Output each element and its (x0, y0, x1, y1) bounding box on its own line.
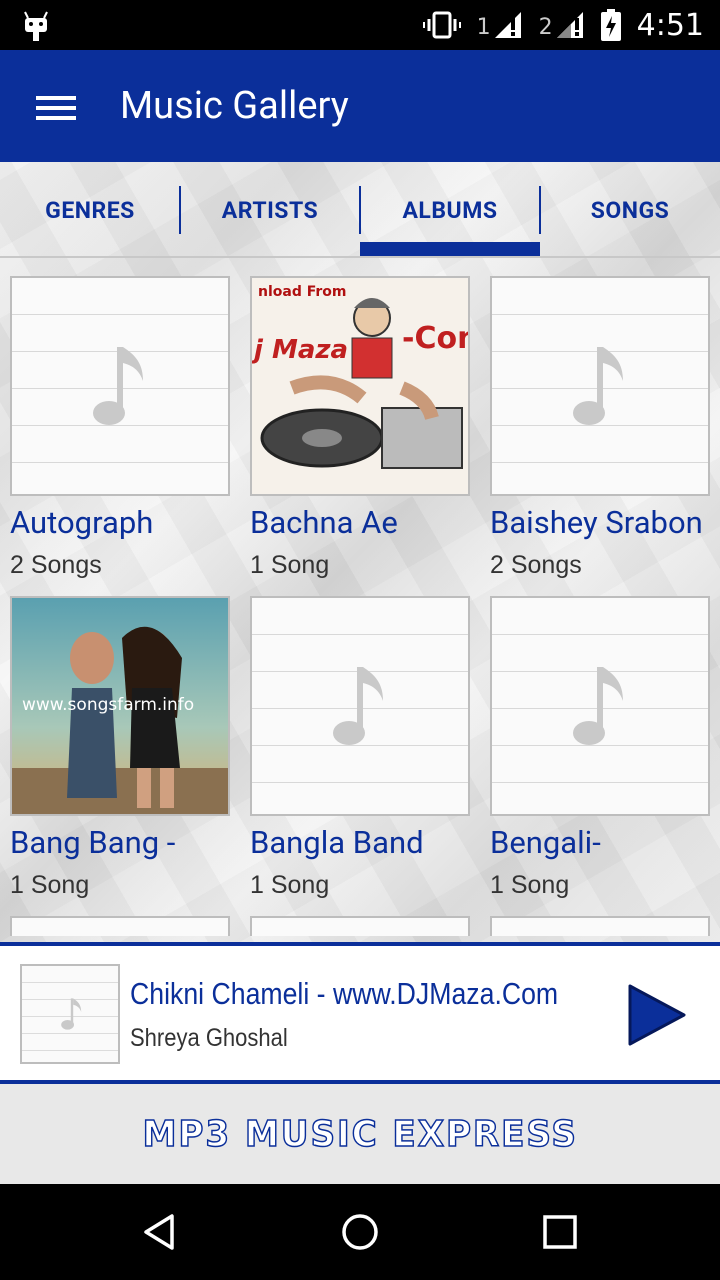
tab-genres[interactable]: GENRES (0, 162, 180, 258)
album-card[interactable]: Bangla Band 1 Song (250, 596, 470, 900)
sim1-label: 1 (476, 15, 491, 40)
clock: 4:51 (636, 7, 704, 43)
cover-text-left: j Maza (252, 335, 348, 365)
album-song-count: 1 Song (250, 551, 330, 579)
album-card-partial[interactable] (10, 916, 230, 936)
android-icon (24, 11, 48, 41)
album-card-partial[interactable] (490, 916, 710, 936)
tab-songs[interactable]: SONGS (540, 162, 720, 258)
now-playing-art (20, 964, 120, 1064)
page-title: Music Gallery (120, 84, 349, 128)
hamburger-menu-icon[interactable] (36, 96, 76, 120)
cover-watermark: www.songsfarm.info (22, 695, 194, 715)
album-title: Autograph (10, 504, 154, 541)
album-art: nload From j Maza -Con (250, 276, 470, 496)
tab-artists[interactable]: ARTISTS (180, 162, 360, 258)
signal-icon (556, 12, 583, 38)
album-art: www.songsfarm.info (10, 596, 230, 816)
signal-icon (494, 12, 521, 38)
system-nav-bar (0, 1184, 720, 1280)
album-title: Bang Bang - (10, 824, 176, 861)
cover-text-top: nload From (258, 284, 347, 300)
album-art (490, 276, 710, 496)
album-card-partial[interactable] (250, 916, 470, 936)
tab-bar: GENRES ARTISTS ALBUMS SONGS (0, 162, 720, 258)
album-card[interactable]: Bengali- 1 Song (490, 596, 710, 900)
album-title: Bachna Ae (250, 504, 398, 541)
music-note-icon (573, 667, 623, 745)
sim2-label: 2 (538, 15, 553, 40)
album-card[interactable]: nload From j Maza -Con Bachna Ae 1 Song (250, 276, 470, 580)
back-icon[interactable] (140, 1212, 180, 1252)
cover-text-right: -Con (402, 321, 468, 356)
album-title: Bangla Band (250, 824, 424, 861)
now-playing-bar[interactable]: Chikni Chameli - www.DJMaza.Com Shreya G… (0, 942, 720, 1084)
ad-banner[interactable]: MP3 MUSIC EXPRESS (0, 1084, 720, 1184)
app-bar: Music Gallery (0, 50, 720, 162)
music-note-icon (93, 347, 143, 425)
album-art (250, 596, 470, 816)
album-song-count: 1 Song (490, 871, 570, 899)
dj-maza-cover-art: nload From j Maza -Con (252, 278, 468, 494)
play-icon[interactable] (624, 982, 688, 1048)
album-card[interactable]: www.songsfarm.info Bang Bang - 1 Song (10, 596, 230, 900)
album-song-count: 2 Songs (10, 551, 102, 579)
status-bar: 1 2 4:51 (0, 0, 720, 50)
album-song-count: 1 Song (250, 871, 330, 899)
music-note-icon (61, 998, 82, 1030)
bang-bang-cover-art: www.songsfarm.info (12, 598, 228, 814)
album-art (10, 276, 230, 496)
vibrate-icon (422, 11, 461, 39)
content-area: GENRES ARTISTS ALBUMS SONGS Autograph 2 … (0, 162, 720, 942)
now-playing-title: Chikni Chameli - www.DJMaza.Com (130, 976, 559, 1011)
home-icon[interactable] (340, 1212, 380, 1252)
battery-charging-icon (600, 9, 621, 41)
music-note-icon (333, 667, 383, 745)
album-card[interactable]: Baishey Srabon 2 Songs (490, 276, 710, 580)
recents-icon[interactable] (540, 1212, 580, 1252)
album-title: Baishey Srabon (490, 504, 703, 541)
album-card[interactable]: Autograph 2 Songs (10, 276, 230, 580)
album-song-count: 1 Song (10, 871, 90, 899)
music-note-icon (573, 347, 623, 425)
album-art (490, 596, 710, 816)
album-song-count: 2 Songs (490, 551, 582, 579)
tabs-divider (0, 256, 720, 258)
now-playing-artist: Shreya Ghoshal (130, 1024, 288, 1052)
banner-text: MP3 MUSIC EXPRESS (142, 1113, 578, 1156)
album-title: Bengali- (490, 824, 601, 861)
